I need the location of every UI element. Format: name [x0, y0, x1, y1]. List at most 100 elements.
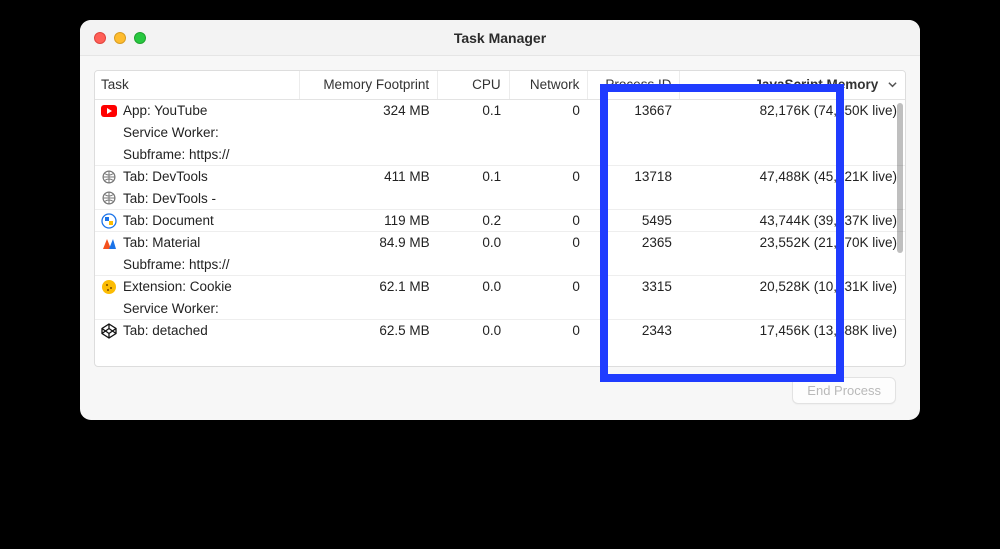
- cell-jsmem: [680, 188, 905, 210]
- cell-cpu: 0.1: [438, 166, 510, 188]
- table-row[interactable]: Subframe: https://: [95, 144, 905, 166]
- cell-cpu: [438, 254, 510, 276]
- cell-memory: 62.1 MB: [300, 276, 438, 298]
- table-row[interactable]: Tab: DevTools -: [95, 188, 905, 210]
- table-row[interactable]: Subframe: https://: [95, 254, 905, 276]
- task-table-body: App: YouTube324 MB0.101366782,176K (74,4…: [95, 100, 905, 342]
- task-label: Tab: DevTools: [123, 169, 208, 184]
- cell-network: [509, 122, 588, 144]
- minimize-button[interactable]: [114, 32, 126, 44]
- table-row[interactable]: Service Worker:: [95, 122, 905, 144]
- codepen-icon: [101, 323, 117, 339]
- table-row[interactable]: App: YouTube324 MB0.101366782,176K (74,4…: [95, 100, 905, 122]
- col-process-id[interactable]: Process ID: [588, 71, 680, 100]
- cell-jsmem: [680, 254, 905, 276]
- task-cell: Tab: DevTools -: [101, 190, 294, 206]
- table-row[interactable]: Tab: Document119 MB0.20549543,744K (39,1…: [95, 210, 905, 232]
- cell-network: 0: [509, 166, 588, 188]
- cell-pid: [588, 298, 680, 320]
- task-cell: Tab: Material: [101, 235, 294, 251]
- sort-desc-icon: [888, 77, 897, 92]
- cell-jsmem: [680, 144, 905, 166]
- window-title: Task Manager: [80, 30, 920, 46]
- task-manager-window: Task Manager Task Memory Footprint CPU N…: [80, 20, 920, 420]
- cell-cpu: 0.0: [438, 232, 510, 254]
- cell-memory: [300, 144, 438, 166]
- col-task[interactable]: Task: [95, 71, 300, 100]
- task-cell: Extension: Cookie: [101, 279, 294, 295]
- cell-memory: 324 MB: [300, 100, 438, 122]
- table-row[interactable]: Tab: detached62.5 MB0.00234317,456K (13,…: [95, 320, 905, 342]
- task-label: Extension: Cookie: [123, 279, 232, 294]
- devtools-icon: [101, 213, 117, 229]
- cell-pid: [588, 188, 680, 210]
- globe-icon: [101, 169, 117, 185]
- task-label: Service Worker:: [123, 301, 219, 316]
- close-button[interactable]: [94, 32, 106, 44]
- footer: End Process: [94, 377, 906, 406]
- cell-cpu: [438, 188, 510, 210]
- cell-pid: 13718: [588, 166, 680, 188]
- table-row[interactable]: Tab: Material84.9 MB0.00236523,552K (21,…: [95, 232, 905, 254]
- cell-network: 0: [509, 210, 588, 232]
- task-cell: Tab: DevTools: [101, 169, 294, 185]
- col-cpu[interactable]: CPU: [438, 71, 510, 100]
- cell-memory: [300, 254, 438, 276]
- task-label: Subframe: https://: [123, 147, 230, 162]
- zoom-button[interactable]: [134, 32, 146, 44]
- cell-jsmem: 20,528K (10,431K live): [680, 276, 905, 298]
- titlebar[interactable]: Task Manager: [80, 20, 920, 56]
- task-cell: App: YouTube: [101, 103, 294, 119]
- col-network[interactable]: Network: [509, 71, 588, 100]
- cell-memory: [300, 298, 438, 320]
- table-row[interactable]: Extension: Cookie62.1 MB0.00331520,528K …: [95, 276, 905, 298]
- cell-memory: [300, 188, 438, 210]
- cookie-icon: [101, 279, 117, 295]
- cell-pid: [588, 122, 680, 144]
- cell-network: 0: [509, 320, 588, 342]
- youtube-icon: [101, 103, 117, 119]
- vertical-scrollbar[interactable]: [897, 103, 903, 253]
- col-js-memory-label: JavaScript Memory: [754, 77, 878, 92]
- cell-cpu: [438, 144, 510, 166]
- cell-jsmem: [680, 122, 905, 144]
- cell-cpu: 0.1: [438, 100, 510, 122]
- material-icon: [101, 235, 117, 251]
- cell-cpu: [438, 122, 510, 144]
- end-process-button[interactable]: End Process: [792, 377, 896, 404]
- task-cell: Tab: Document: [101, 213, 294, 229]
- task-table-container: Task Memory Footprint CPU Network Proces…: [94, 70, 906, 367]
- task-label: Service Worker:: [123, 125, 219, 140]
- task-cell: Subframe: https://: [101, 147, 294, 162]
- task-label: App: YouTube: [123, 103, 207, 118]
- cell-network: [509, 254, 588, 276]
- cell-jsmem: 82,176K (74,450K live): [680, 100, 905, 122]
- cell-memory: 62.5 MB: [300, 320, 438, 342]
- cell-jsmem: 23,552K (21,870K live): [680, 232, 905, 254]
- cell-jsmem: 17,456K (13,488K live): [680, 320, 905, 342]
- cell-memory: 84.9 MB: [300, 232, 438, 254]
- col-memory[interactable]: Memory Footprint: [300, 71, 438, 100]
- task-cell: Service Worker:: [101, 301, 294, 316]
- cell-jsmem: 43,744K (39,137K live): [680, 210, 905, 232]
- window-controls: [80, 32, 146, 44]
- cell-pid: 2343: [588, 320, 680, 342]
- task-cell: Subframe: https://: [101, 257, 294, 272]
- task-label: Tab: Document: [123, 213, 214, 228]
- task-label: Tab: DevTools -: [123, 191, 216, 206]
- cell-jsmem: [680, 298, 905, 320]
- cell-cpu: 0.0: [438, 276, 510, 298]
- cell-pid: 3315: [588, 276, 680, 298]
- cell-network: 0: [509, 100, 588, 122]
- task-table: Task Memory Footprint CPU Network Proces…: [95, 71, 905, 342]
- cell-network: [509, 188, 588, 210]
- col-js-memory[interactable]: JavaScript Memory: [680, 71, 905, 100]
- task-cell: Service Worker:: [101, 125, 294, 140]
- table-row[interactable]: Service Worker:: [95, 298, 905, 320]
- table-row[interactable]: Tab: DevTools411 MB0.101371847,488K (45,…: [95, 166, 905, 188]
- task-label: Tab: detached: [123, 323, 208, 338]
- globe-icon: [101, 190, 117, 206]
- cell-network: 0: [509, 232, 588, 254]
- task-label: Tab: Material: [123, 235, 200, 250]
- task-label: Subframe: https://: [123, 257, 230, 272]
